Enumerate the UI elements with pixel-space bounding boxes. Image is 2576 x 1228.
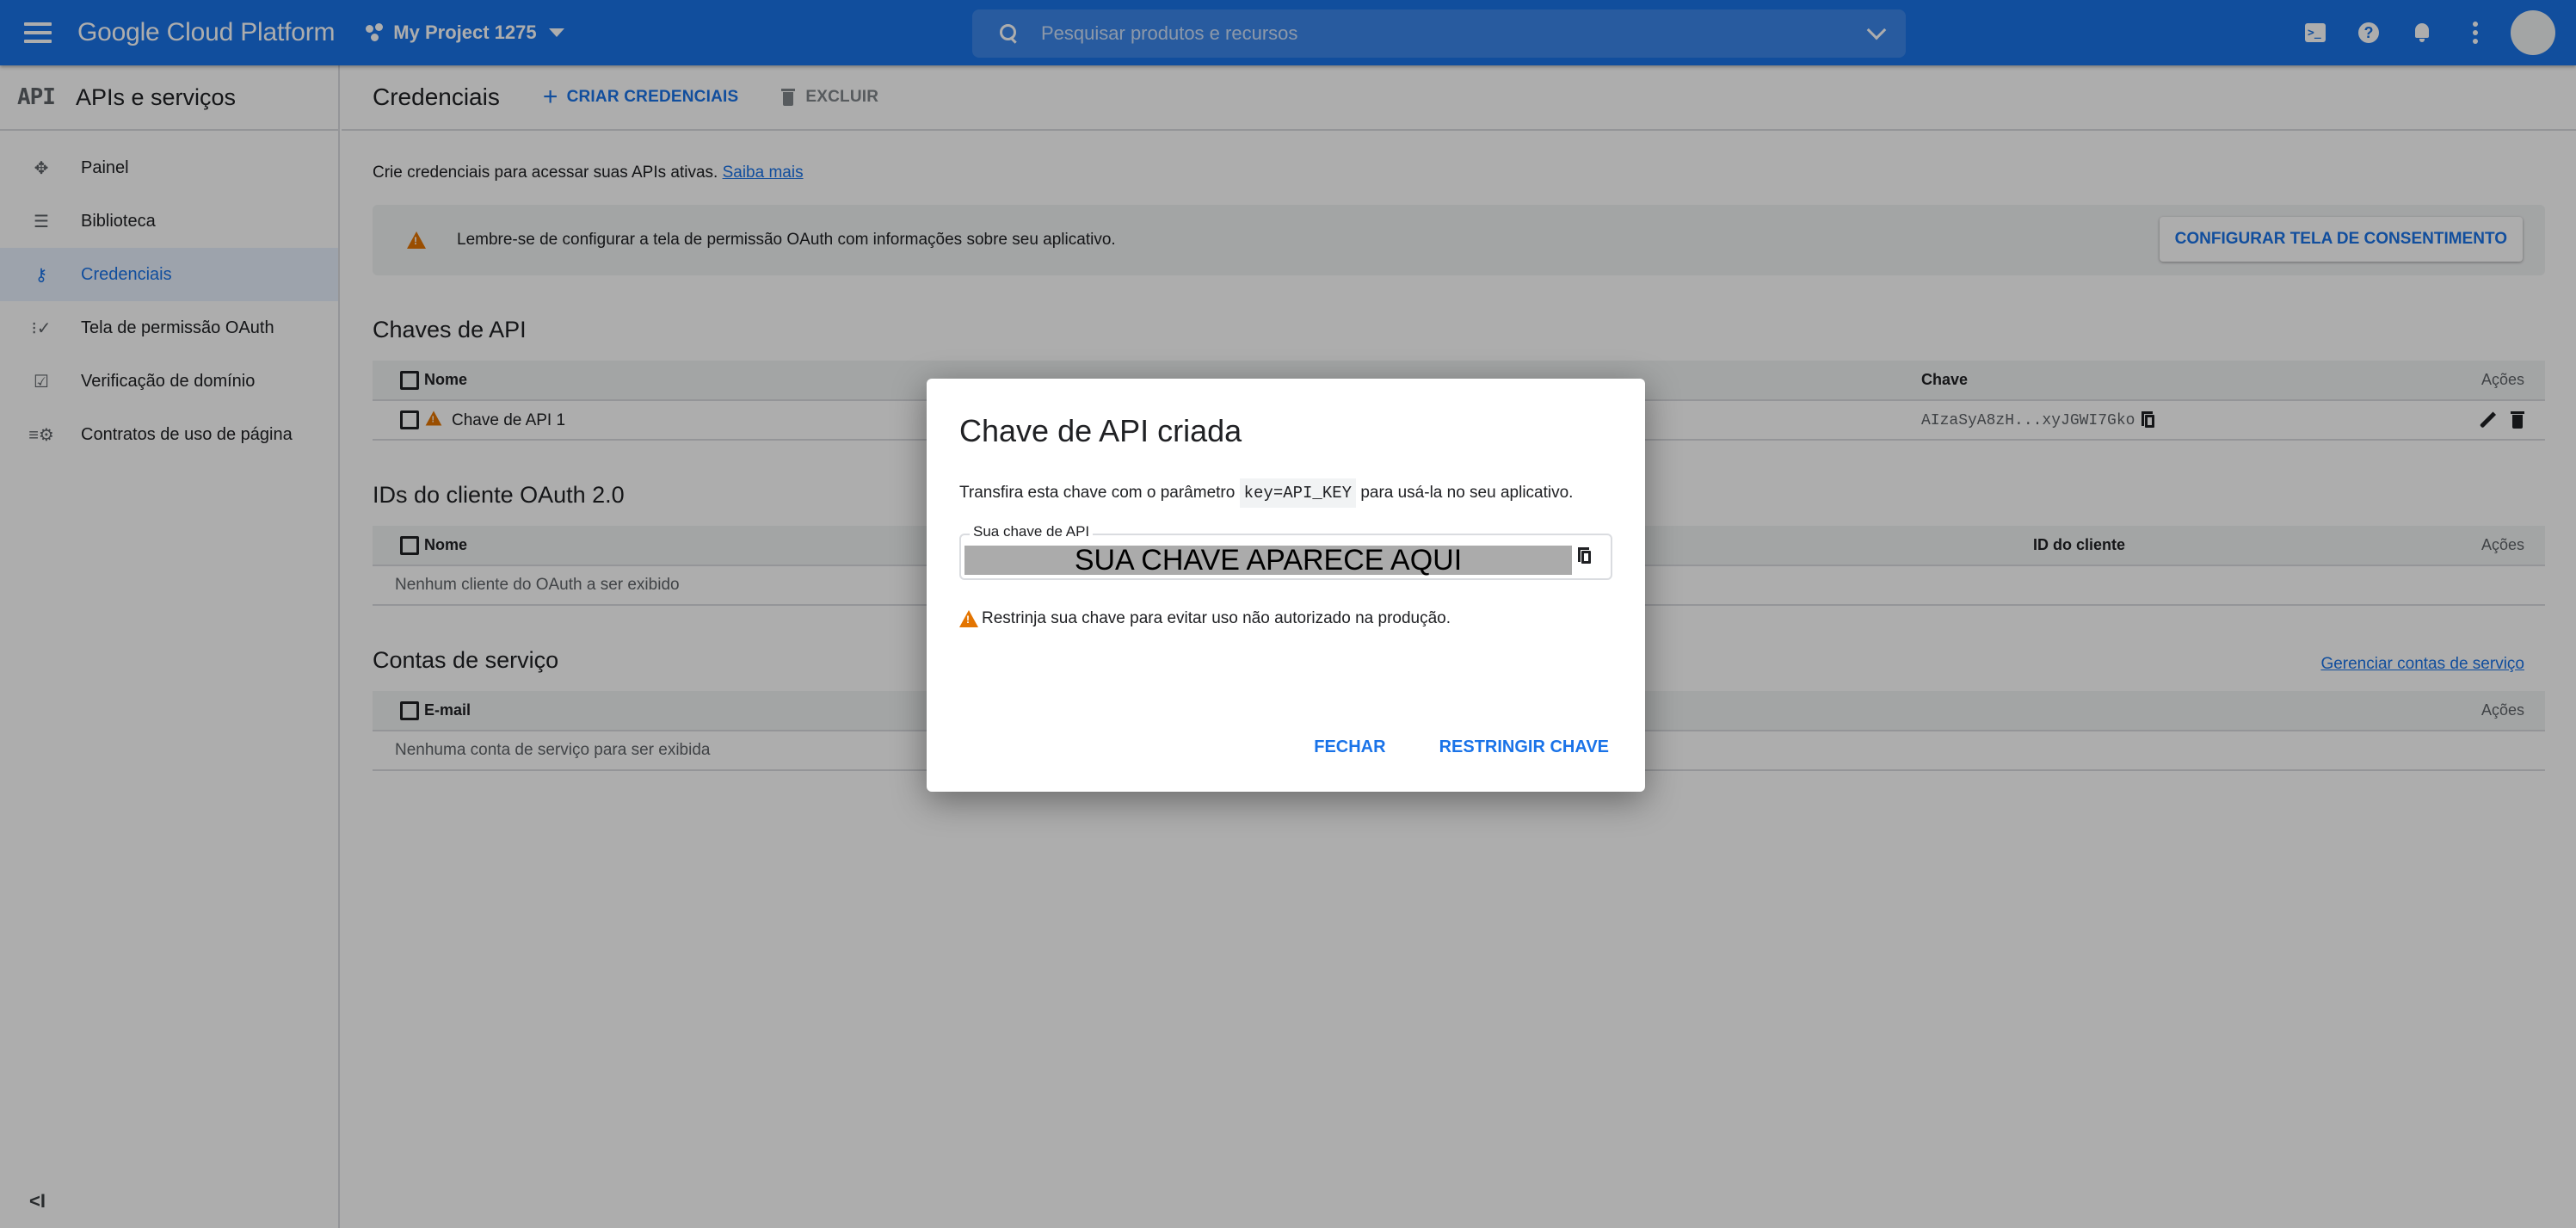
- warning-icon: [959, 610, 978, 627]
- close-button[interactable]: FECHAR: [1314, 737, 1385, 757]
- warning-text: Restrinja sua chave para evitar uso não …: [982, 609, 1451, 627]
- copy-icon[interactable]: [1578, 547, 1592, 565]
- field-label: Sua chave de API: [970, 523, 1094, 540]
- desc-text: para usá-la no seu aplicativo.: [1360, 484, 1574, 502]
- restrict-key-button[interactable]: RESTRINGIR CHAVE: [1439, 737, 1609, 757]
- api-key-value[interactable]: SUA CHAVE APARECE AQUI: [964, 546, 1572, 575]
- api-key-created-dialog: Chave de API criada Transfira esta chave…: [927, 379, 1645, 792]
- desc-text: Transfira esta chave com o parâmetro: [959, 484, 1236, 502]
- dialog-title: Chave de API criada: [959, 413, 1242, 448]
- param-code: key=API_KEY: [1239, 478, 1357, 508]
- dialog-description: Transfira esta chave com o parâmetro key…: [959, 478, 1612, 508]
- restrict-warning: Restrinja sua chave para evitar uso não …: [959, 609, 1612, 628]
- api-key-field[interactable]: Sua chave de API SUA CHAVE APARECE AQUI: [959, 523, 1612, 580]
